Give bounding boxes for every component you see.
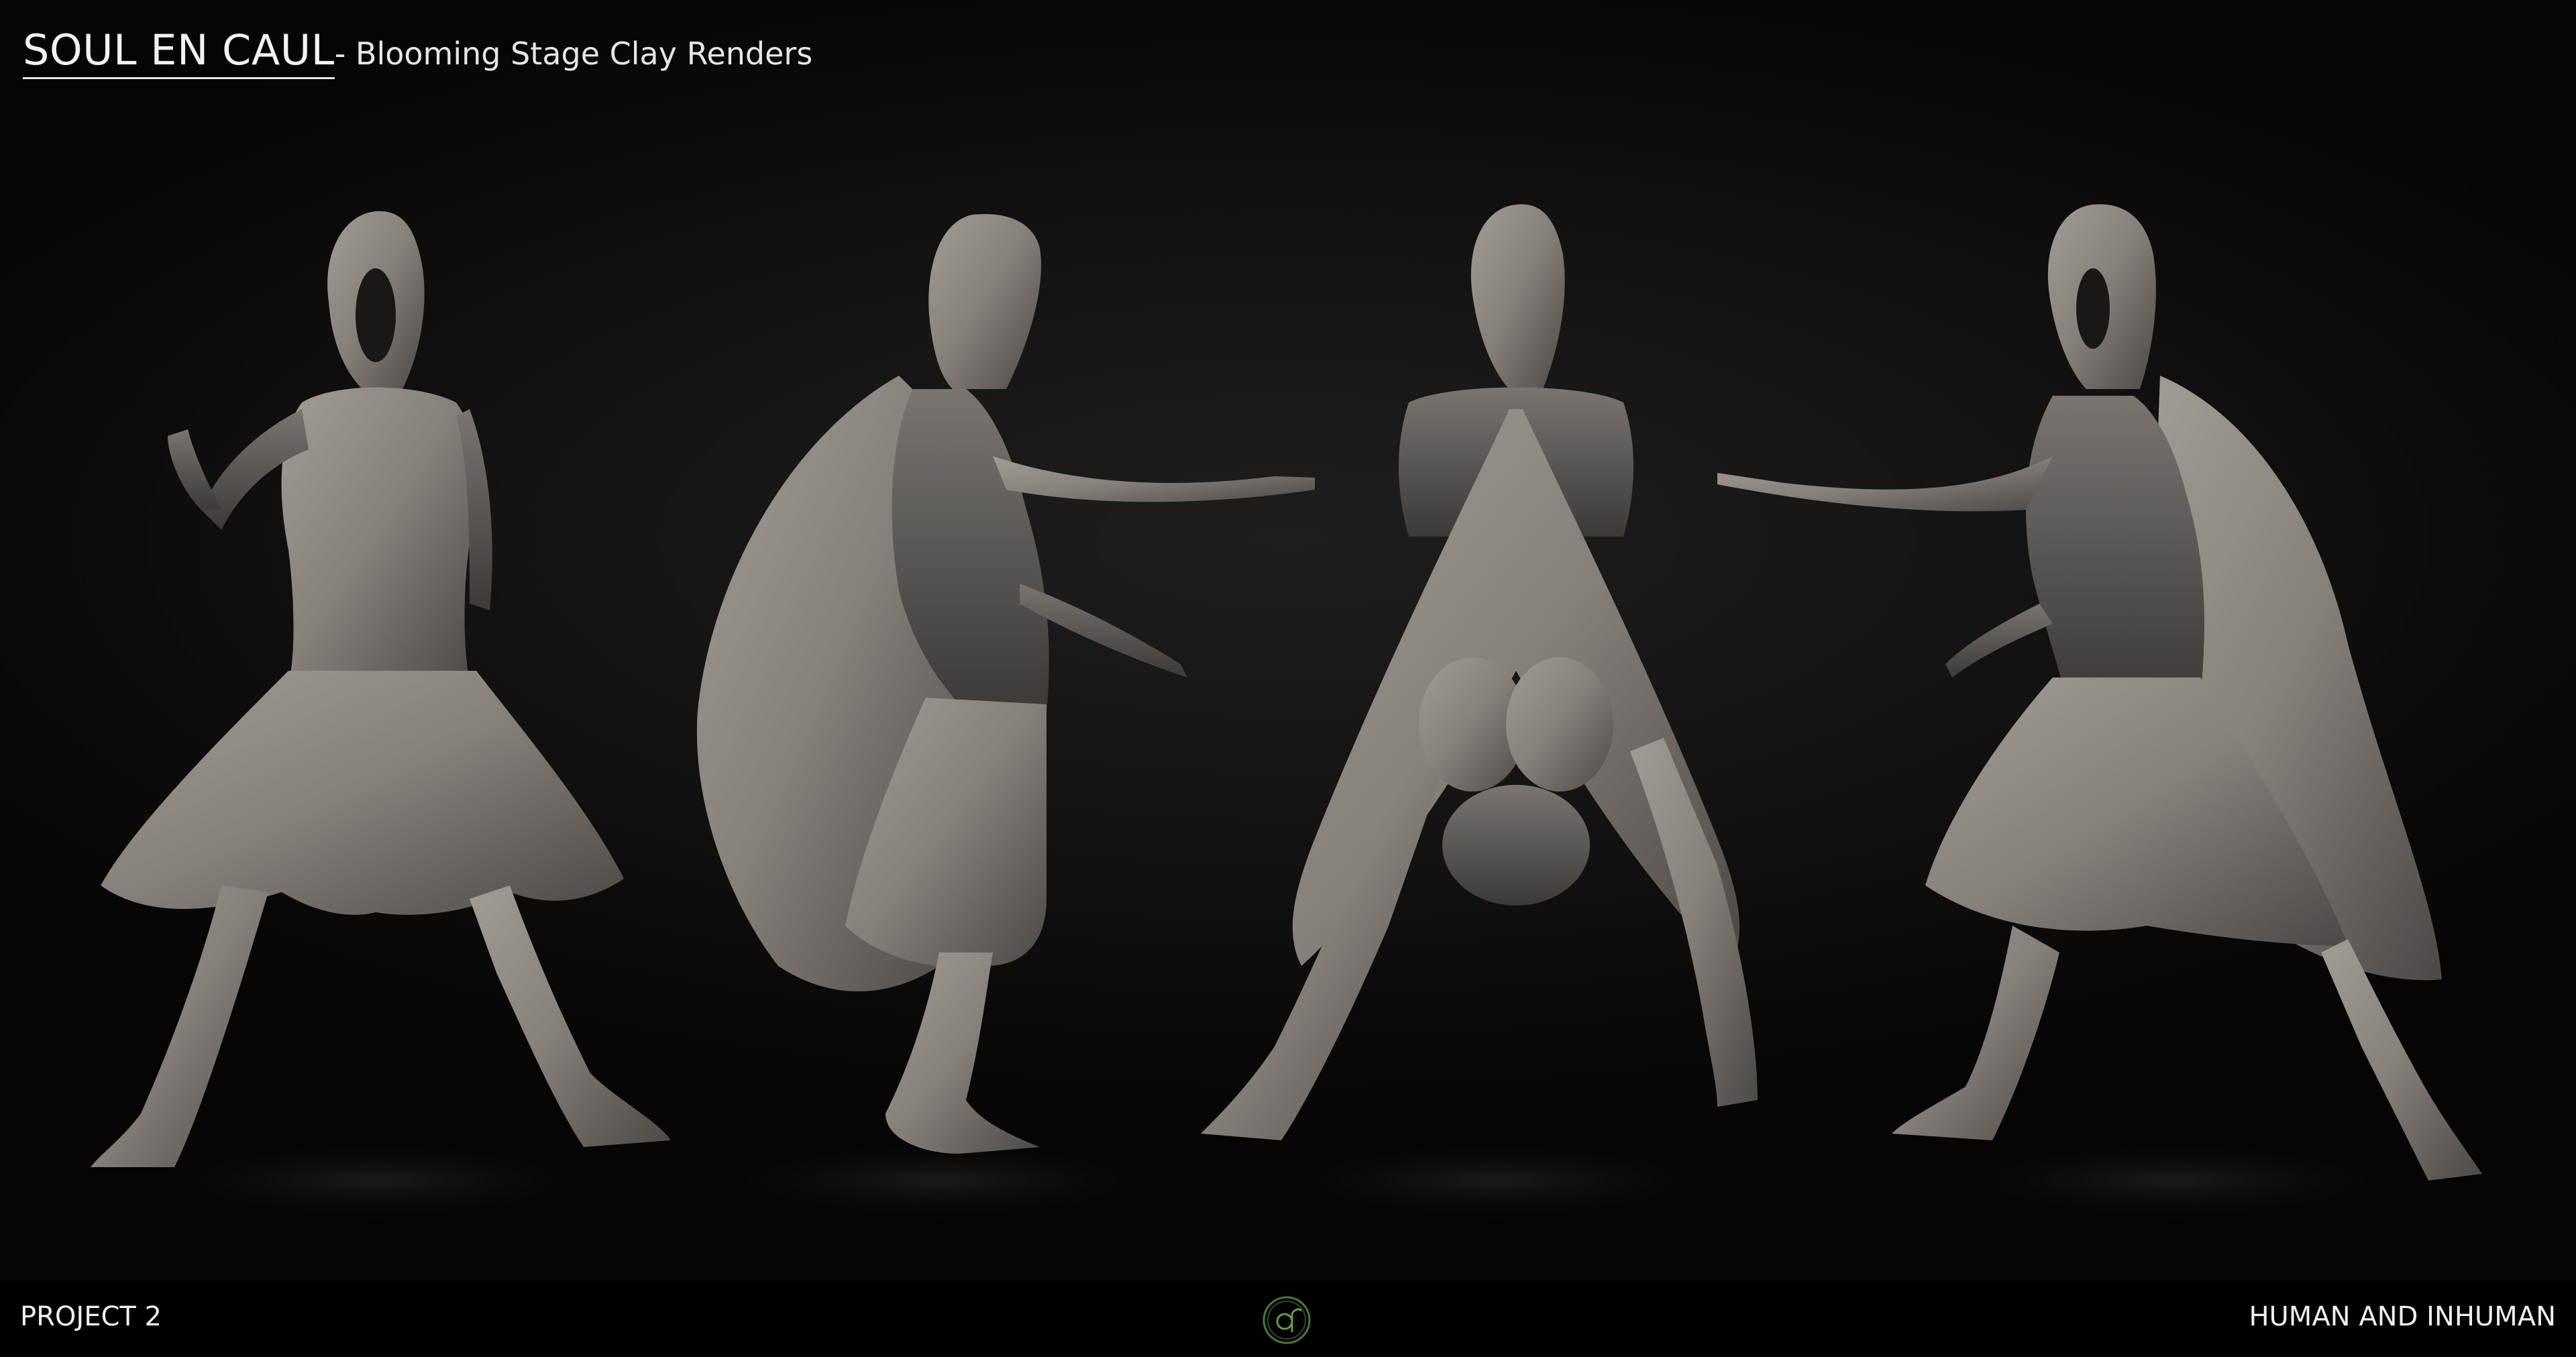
figure-side-view xyxy=(696,214,1315,1154)
figure-three-quarter-view xyxy=(1717,204,2482,1181)
circle-q-logo-icon xyxy=(1263,1296,1311,1344)
clay-renders-image xyxy=(91,204,2482,1228)
figure-back-view xyxy=(1201,204,1758,1140)
footer-bar: PROJECT 2 HUMAN AND INHUMAN xyxy=(0,1281,2576,1357)
figure-front-view xyxy=(91,211,671,1167)
footer-course-label: HUMAN AND INHUMAN xyxy=(2249,1301,2556,1332)
footer-project-label: PROJECT 2 xyxy=(20,1301,162,1332)
render-stage: SOUL EN CAUL- Blooming Stage Clay Render… xyxy=(0,0,2576,1281)
